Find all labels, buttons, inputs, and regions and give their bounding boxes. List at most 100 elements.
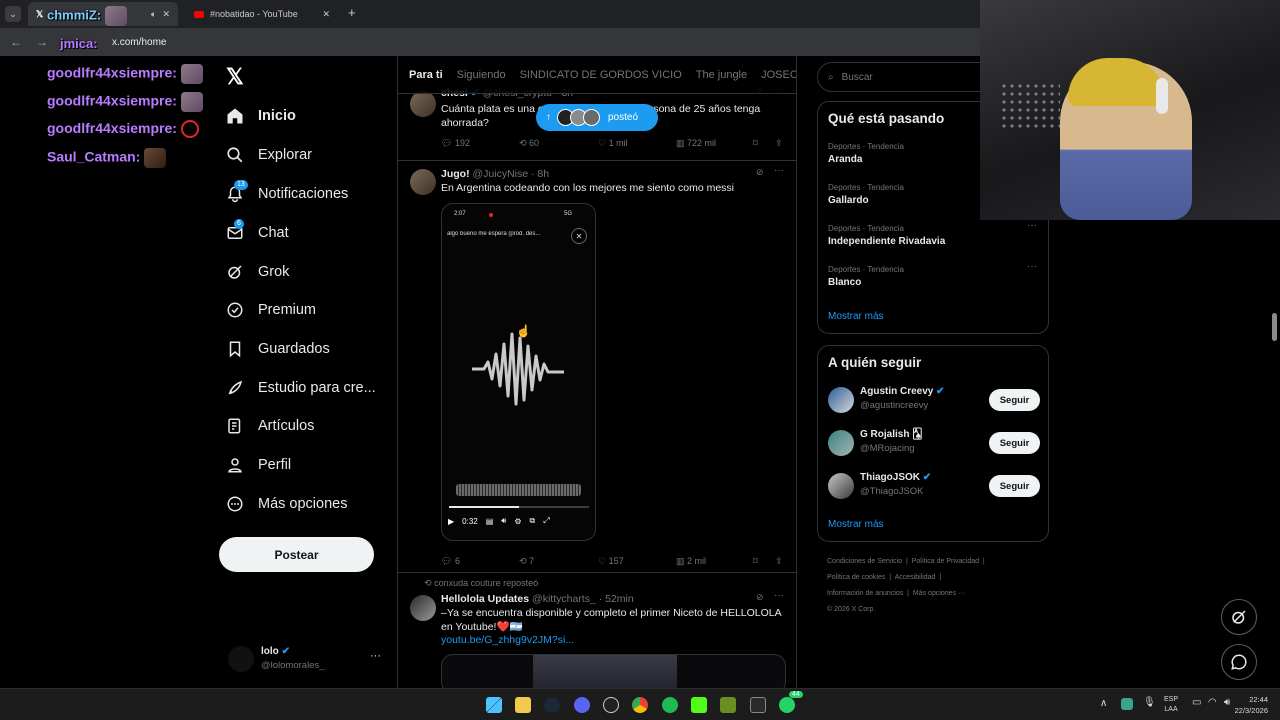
- tray-chevron-icon[interactable]: ∧: [1100, 698, 1107, 709]
- fullscreen-icon[interactable]: ⤢: [543, 516, 549, 526]
- follow-suggestion[interactable]: ThiagoJSOK ✔ @ThiagoJSOK Seguir: [828, 471, 1040, 503]
- footer-link[interactable]: Accesibilidad: [895, 574, 936, 581]
- more-icon[interactable]: ···: [1027, 261, 1037, 272]
- tab-joseo[interactable]: JOSEO: [754, 69, 796, 81]
- sidebar-item-premium[interactable]: Premium: [226, 295, 316, 325]
- repost-indicator: ⟲ conxuda couture reposteó: [424, 578, 539, 588]
- messages-floating-button[interactable]: [1221, 644, 1257, 680]
- bookmark-icon[interactable]: ⌑: [753, 556, 758, 567]
- follow-button[interactable]: Seguir: [989, 389, 1040, 411]
- forward-icon[interactable]: →: [36, 35, 48, 49]
- more-icon[interactable]: ···: [1027, 220, 1037, 231]
- follow-button[interactable]: Seguir: [989, 432, 1040, 454]
- reply-action[interactable]: 💬︎ 192: [441, 138, 470, 149]
- microphone-icon[interactable]: 🎙︎: [1143, 697, 1156, 708]
- speaker-icon[interactable]: 🔈︎: [151, 9, 156, 20]
- chrome-icon[interactable]: [632, 697, 648, 713]
- captions-icon[interactable]: ▤: [486, 517, 494, 526]
- more-icon[interactable]: ···: [774, 165, 784, 176]
- sidebar-item-perfil[interactable]: Perfil: [226, 450, 291, 480]
- x-logo-icon[interactable]: 𝕏: [226, 64, 244, 90]
- sidebar-item-inicio[interactable]: Inicio: [226, 101, 296, 131]
- more-icon[interactable]: ···: [370, 650, 381, 662]
- like-action[interactable]: ♡ 157: [598, 556, 624, 567]
- close-icon[interactable]: ✕: [571, 228, 587, 244]
- follow-suggestion[interactable]: G Rojalish 🂡 @MRojacing Seguir: [828, 428, 1040, 460]
- tweet-link[interactable]: youtu.be/G_zhhg9v2JM?si...: [441, 633, 574, 647]
- keyboard-language[interactable]: ESP LAA: [1164, 695, 1178, 715]
- volume-icon[interactable]: 🔊︎: [501, 516, 506, 526]
- follow-button[interactable]: Seguir: [989, 475, 1040, 497]
- discord-icon[interactable]: [574, 697, 590, 713]
- repost-action[interactable]: ⟲ 60: [519, 138, 539, 149]
- post-button[interactable]: Postear: [219, 537, 374, 572]
- tray-app-icon[interactable]: [1121, 698, 1133, 710]
- sidebar-item-explorar[interactable]: Explorar: [226, 140, 312, 170]
- epic-games-icon[interactable]: [750, 697, 766, 713]
- show-more-link[interactable]: Mostrar más: [828, 311, 884, 322]
- sidebar-item-chat[interactable]: 6 Chat: [226, 218, 289, 248]
- whatsapp-icon[interactable]: [779, 697, 795, 713]
- spotify-icon[interactable]: [662, 697, 678, 713]
- footer-link[interactable]: Más opciones ···: [913, 590, 965, 597]
- tweet[interactable]: Jugo! @JuicyNise · 8h ⊘ ··· En Argentina…: [398, 161, 796, 573]
- play-icon[interactable]: ▶: [448, 517, 454, 526]
- more-icon[interactable]: ···: [774, 590, 784, 601]
- clock[interactable]: 22:44 22/3/2026: [1228, 694, 1268, 716]
- wifi-icon[interactable]: ◠: [1208, 697, 1217, 708]
- tab-para-ti[interactable]: Para ti: [398, 69, 450, 81]
- tweet[interactable]: ⟲ conxuda couture reposteó Hellolola Upd…: [398, 573, 796, 688]
- footer-link[interactable]: Condiciones de Servicio: [827, 558, 902, 565]
- minecraft-icon[interactable]: [720, 697, 736, 713]
- url-field[interactable]: x.com/home: [112, 37, 166, 48]
- tab-list-button[interactable]: ⌄: [5, 6, 21, 22]
- account-switcher[interactable]: lolo ✔ @lolomorales_ ···: [228, 644, 384, 674]
- sidebar-item-grok[interactable]: Grok: [226, 257, 289, 287]
- scrollbar-thumb[interactable]: [1272, 313, 1277, 341]
- show-more-link[interactable]: Mostrar más: [828, 519, 884, 530]
- tweet-video[interactable]: 2:07 5G algo bueno me espera (prod. des.…: [441, 203, 596, 541]
- follow-suggestion[interactable]: Agustin Creevy ✔ @agustincreevy Seguir: [828, 385, 1040, 417]
- trend-item[interactable]: Deportes · Tendencia Blanco ···: [828, 261, 1038, 288]
- grok-floating-button[interactable]: [1221, 599, 1257, 635]
- reply-action[interactable]: 💬︎ 6: [441, 556, 460, 567]
- settings-icon[interactable]: ⚙: [514, 517, 521, 526]
- tab-youtube[interactable]: #nobatidao - YouTube ✕: [186, 2, 338, 26]
- display-icon[interactable]: ▭: [1192, 697, 1201, 708]
- footer-link[interactable]: Política de Privacidad: [912, 558, 979, 565]
- footer-link[interactable]: Política de cookies: [827, 574, 885, 581]
- sidebar-item-mas-opciones[interactable]: Más opciones: [226, 489, 347, 519]
- sidebar-item-estudio[interactable]: Estudio para cre...: [226, 373, 376, 403]
- audio-scrubber[interactable]: [456, 484, 581, 496]
- close-tab-icon[interactable]: ✕: [162, 9, 170, 20]
- tab-siguiendo[interactable]: Siguiendo: [450, 69, 513, 81]
- share-icon[interactable]: ⇪: [775, 556, 783, 567]
- repost-action[interactable]: ⟲ 7: [519, 556, 534, 567]
- new-posts-pill[interactable]: ↑ posteó: [536, 104, 658, 131]
- bookmark-icon[interactable]: ⌑: [753, 138, 758, 149]
- new-tab-button[interactable]: +: [348, 5, 356, 20]
- tab-the-jungle[interactable]: The jungle: [689, 69, 754, 81]
- views-action[interactable]: ▥ 2 mil: [676, 556, 706, 567]
- sidebar-item-articulos[interactable]: Artículos: [226, 411, 314, 441]
- grok-icon[interactable]: ⊘: [756, 592, 764, 603]
- views-action[interactable]: ▥ 722 mil: [676, 138, 716, 149]
- sidebar-item-guardados[interactable]: Guardados: [226, 334, 330, 364]
- grok-icon[interactable]: ⊘: [756, 167, 764, 178]
- tab-sindicato[interactable]: SINDICATO DE GORDOS VICIO: [513, 69, 689, 81]
- steam-icon[interactable]: [544, 697, 560, 713]
- share-icon[interactable]: ⇪: [775, 138, 783, 149]
- trend-item[interactable]: Deportes · Tendencia Independiente Rivad…: [828, 220, 1038, 247]
- tweet-media[interactable]: [441, 654, 786, 688]
- sidebar-item-notificaciones[interactable]: 13 Notificaciones: [226, 179, 348, 209]
- pip-icon[interactable]: ⧉: [530, 516, 536, 526]
- video-progress-track[interactable]: [449, 506, 589, 508]
- back-icon[interactable]: ←: [10, 35, 22, 49]
- start-icon[interactable]: [486, 697, 502, 713]
- file-explorer-icon[interactable]: [515, 697, 531, 713]
- kick-icon[interactable]: [691, 697, 707, 713]
- footer-link[interactable]: Información de anuncios: [827, 590, 903, 597]
- obs-icon[interactable]: [603, 697, 619, 713]
- close-tab-icon[interactable]: ✕: [322, 9, 330, 20]
- like-action[interactable]: ♡ 1 mil: [598, 138, 628, 149]
